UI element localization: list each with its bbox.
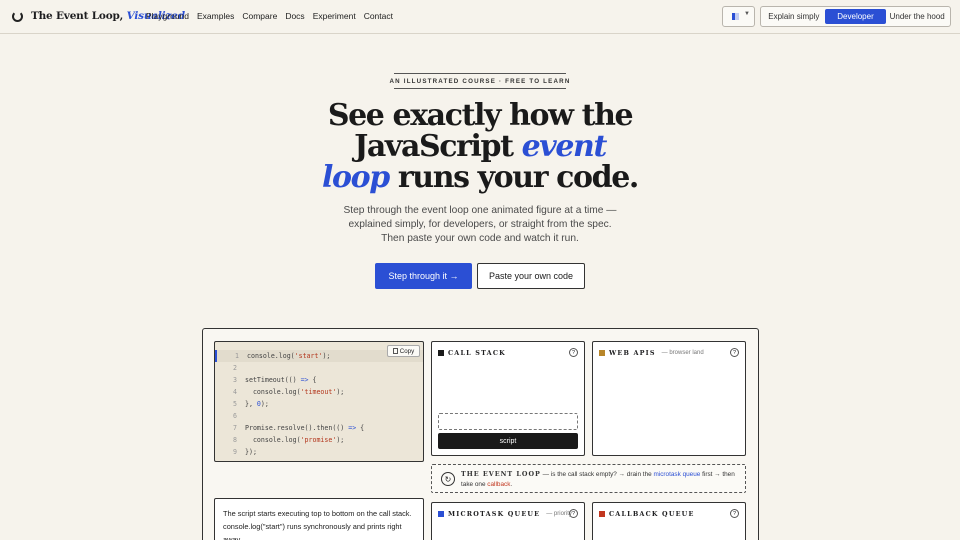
microtask-queue-title: MICROTASK QUEUE — priority bbox=[438, 510, 572, 518]
line-number: 5 bbox=[233, 400, 237, 408]
code-line: 7 Promise.resolve().then(() => { bbox=[215, 422, 423, 434]
code-text: setTimeout(() => { bbox=[245, 376, 317, 384]
code-text: console.log('promise'); bbox=[245, 436, 345, 444]
top-bar: The Event Loop, Visualized Playground Ex… bbox=[0, 0, 960, 34]
line-number: 10 bbox=[215, 460, 237, 461]
callback-queue-title: CALLBACK QUEUE bbox=[599, 510, 695, 518]
event-loop-text-a: — is the call stack empty? → drain the bbox=[540, 471, 654, 478]
info-icon[interactable]: ? bbox=[730, 348, 739, 357]
hero-subtitle: Step through the event loop one animated… bbox=[343, 205, 617, 244]
mode-under-the-hood[interactable]: Under the hood bbox=[886, 9, 948, 24]
line-number: 1 bbox=[235, 352, 239, 360]
stack-frame-script: script bbox=[438, 433, 578, 449]
callback-swatch bbox=[599, 511, 605, 517]
nav-contact[interactable]: Contact bbox=[364, 11, 393, 21]
stack-empty-slot bbox=[438, 413, 578, 430]
info-icon[interactable]: ? bbox=[730, 509, 739, 518]
main-nav: Playground Examples Compare Docs Experim… bbox=[146, 11, 393, 21]
info-icon[interactable]: ? bbox=[569, 509, 578, 518]
web-apis-label: WEB APIS bbox=[609, 349, 656, 357]
code-text: }); bbox=[245, 448, 257, 456]
line-number: 2 bbox=[233, 364, 237, 372]
code-line: 9}); bbox=[215, 446, 423, 458]
title-accent-loop: loop bbox=[322, 160, 390, 195]
call-stack-swatch bbox=[438, 350, 444, 356]
step-through-button[interactable]: Step through it → bbox=[375, 263, 472, 289]
code-text: }, 0); bbox=[245, 400, 269, 408]
line-number: 8 bbox=[233, 436, 237, 444]
language-selector[interactable]: ▼ bbox=[722, 6, 755, 27]
web-apis-swatch bbox=[599, 350, 605, 356]
code-line: 5 }, 0); bbox=[215, 398, 423, 410]
title-accent-event: event bbox=[521, 129, 608, 164]
paste-code-button[interactable]: Paste your own code bbox=[477, 263, 585, 289]
event-loop-bar: ↻ THE EVENT LOOP — is the call stack emp… bbox=[431, 464, 746, 493]
loop-logo-icon[interactable] bbox=[12, 11, 23, 22]
line-number: 9 bbox=[233, 448, 237, 456]
code-text: console.log('timeout'); bbox=[245, 388, 345, 396]
step-explanation-panel: The script starts executing top to botto… bbox=[214, 498, 424, 540]
info-icon[interactable]: ? bbox=[569, 348, 578, 357]
nav-docs[interactable]: Docs bbox=[285, 11, 304, 21]
microtask-swatch bbox=[438, 511, 444, 517]
code-line: 2 bbox=[215, 362, 423, 374]
copy-button[interactable]: Copy bbox=[387, 345, 420, 357]
line-number: 7 bbox=[233, 424, 237, 432]
title-line-1: See exactly how the bbox=[327, 98, 634, 133]
callback-link[interactable]: callback bbox=[487, 481, 510, 488]
web-apis-panel: WEB APIS — browser land ? bbox=[592, 341, 746, 456]
callback-queue-panel: CALLBACK QUEUE ? bbox=[592, 502, 746, 540]
line-number: 3 bbox=[233, 376, 237, 384]
refresh-loop-icon: ↻ bbox=[441, 472, 455, 486]
web-apis-note: — browser land bbox=[661, 350, 704, 356]
microtask-queue-panel: MICROTASK QUEUE — priority ? bbox=[431, 502, 585, 540]
code-line: 4 console.log('timeout'); bbox=[215, 386, 423, 398]
copy-label: Copy bbox=[399, 347, 415, 355]
title-line-3b: runs your code. bbox=[397, 160, 639, 195]
code-editor[interactable]: 1 console.log('start'); 2 3 setTimeout(() =>… bbox=[214, 341, 424, 462]
event-loop-title: THE EVENT LOOP bbox=[461, 470, 541, 478]
microtask-queue-link[interactable]: microtask queue bbox=[653, 471, 700, 478]
code-line: 3 setTimeout(() => { bbox=[215, 374, 423, 386]
chevron-down-icon: ▼ bbox=[744, 11, 750, 17]
copy-icon bbox=[392, 348, 398, 354]
callback-label: CALLBACK QUEUE bbox=[609, 510, 695, 518]
line-number: 6 bbox=[233, 412, 237, 420]
mode-explain-simply[interactable]: Explain simply bbox=[763, 9, 825, 24]
nav-compare[interactable]: Compare bbox=[242, 11, 277, 21]
title-line-2a: JavaScript bbox=[354, 129, 514, 164]
line-number: 4 bbox=[233, 388, 237, 396]
code-text: console.log('start'); bbox=[247, 352, 331, 360]
page-title: See exactly how the JavaScript event loo… bbox=[280, 100, 680, 193]
mode-developer[interactable]: Developer bbox=[824, 9, 887, 24]
call-stack-label: CALL STACK bbox=[448, 349, 506, 357]
event-loop-text-c: . bbox=[510, 480, 513, 488]
flag-icon bbox=[732, 13, 739, 20]
code-line: 8 console.log('promise'); bbox=[215, 434, 423, 446]
code-line: 10 bbox=[215, 458, 423, 461]
eyebrow-label: AN ILLUSTRATED COURSE · FREE TO LEARN bbox=[390, 73, 569, 89]
step-explanation: The script starts executing top to botto… bbox=[223, 509, 412, 540]
explanation-mode-toggle: Explain simply Developer Under the hood bbox=[760, 6, 951, 27]
nav-examples[interactable]: Examples bbox=[197, 11, 234, 21]
microtask-label: MICROTASK QUEUE bbox=[448, 510, 541, 518]
code-text: Promise.resolve().then(() => { bbox=[245, 424, 365, 432]
call-stack-title: CALL STACK bbox=[438, 349, 506, 357]
nav-playground[interactable]: Playground bbox=[146, 11, 189, 21]
event-loop-description: THE EVENT LOOP — is the call stack empty… bbox=[461, 470, 743, 489]
brand-main: The Event Loop, bbox=[31, 10, 124, 22]
nav-experiment[interactable]: Experiment bbox=[313, 11, 356, 21]
code-line: 6 bbox=[215, 410, 423, 422]
web-apis-title: WEB APIS — browser land bbox=[599, 349, 704, 357]
